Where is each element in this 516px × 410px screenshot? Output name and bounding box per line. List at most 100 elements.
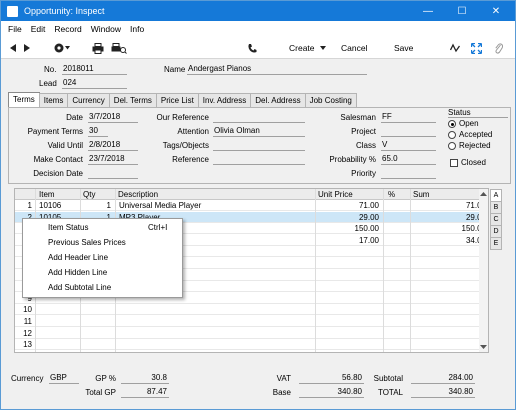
table-row[interactable]: 11: [15, 316, 488, 327]
sum-cell[interactable]: 71.00: [410, 201, 486, 210]
project-label: Project: [351, 127, 376, 136]
next-record-icon[interactable]: [23, 41, 31, 55]
tab-items[interactable]: Items: [38, 93, 69, 107]
print-icon[interactable]: [92, 41, 104, 55]
no-label: No.: [44, 65, 57, 74]
create-button[interactable]: Create: [289, 41, 329, 55]
our-reference-field[interactable]: [213, 112, 305, 123]
project-field[interactable]: [381, 126, 436, 137]
expand-icon[interactable]: [471, 41, 482, 55]
currency-field[interactable]: GBP: [49, 373, 79, 384]
unit-price-cell[interactable]: 71.00: [315, 201, 379, 210]
date-label: Date: [66, 113, 83, 122]
lead-field[interactable]: 024: [62, 78, 127, 89]
unit-price-cell[interactable]: 29.00: [315, 213, 379, 222]
menu-file[interactable]: File: [8, 24, 22, 34]
save-button[interactable]: Save: [394, 41, 413, 55]
tab-currency[interactable]: Currency: [67, 93, 110, 107]
priority-field[interactable]: [381, 168, 436, 179]
maximize-button[interactable]: ☐: [445, 1, 479, 21]
closed-checkbox[interactable]: [450, 159, 458, 167]
record-header: No. 2018011 Name Andergast Pianos Lead 0…: [1, 59, 515, 92]
tab-del-terms[interactable]: Del. Terms: [108, 93, 157, 107]
priority-label: Priority: [351, 169, 376, 178]
closed-label: Closed: [461, 158, 486, 167]
salesman-field[interactable]: FF: [381, 112, 436, 123]
decision-date-field[interactable]: [88, 168, 138, 179]
unit-price-cell[interactable]: 150.00: [315, 224, 379, 233]
sum-cell[interactable]: 150.00: [410, 224, 486, 233]
payment-terms-field[interactable]: 30: [88, 126, 108, 137]
subtotal-label: Subtotal: [373, 374, 403, 383]
title-bar: Opportunity: Inspect — ☐ ✕: [1, 1, 515, 21]
tab-del-address[interactable]: Del. Address: [250, 93, 306, 107]
phone-icon[interactable]: [247, 41, 257, 55]
unit-price-cell[interactable]: 17.00: [315, 236, 379, 245]
activity-icon[interactable]: [450, 41, 460, 55]
tab-inv-address[interactable]: Inv. Address: [197, 93, 252, 107]
menu-record[interactable]: Record: [54, 24, 81, 34]
side-tab-e[interactable]: E: [490, 237, 502, 250]
item-cell[interactable]: 10106: [39, 201, 79, 210]
status-accepted-radio[interactable]: [448, 131, 456, 139]
table-row[interactable]: 1 10106 1 Universal Media Player 71.00 71.00: [15, 200, 488, 211]
menu-previous-sales-prices[interactable]: Previous Sales Prices: [48, 238, 126, 247]
description-cell[interactable]: Universal Media Player: [119, 201, 309, 210]
column-percent[interactable]: %: [388, 190, 395, 199]
column-item[interactable]: Item: [39, 190, 55, 199]
total-field: 340.80: [411, 387, 475, 398]
no-field[interactable]: 2018011: [62, 64, 127, 75]
menu-window[interactable]: Window: [91, 24, 121, 34]
menu-item-status[interactable]: Item Status: [48, 223, 88, 232]
tab-bar: Terms Items Currency Del. Terms Price Li…: [8, 92, 357, 107]
attention-field[interactable]: Olivia Olman: [213, 126, 305, 137]
print-preview-icon[interactable]: [111, 41, 127, 55]
tab-terms[interactable]: Terms: [8, 92, 40, 107]
sum-cell[interactable]: 29.00: [410, 213, 486, 222]
window-title: Opportunity: Inspect: [24, 6, 105, 16]
name-label: Name: [164, 65, 186, 74]
column-unit-price[interactable]: Unit Price: [318, 190, 353, 199]
row-number-cell: 1: [27, 201, 32, 210]
attachment-icon[interactable]: [494, 41, 503, 55]
grid-divider: [410, 189, 411, 352]
tab-job-costing[interactable]: Job Costing: [304, 93, 357, 107]
column-qty[interactable]: Qty: [83, 190, 95, 199]
tab-price-list[interactable]: Price List: [155, 93, 199, 107]
previous-record-icon[interactable]: [9, 41, 17, 55]
cancel-button[interactable]: Cancel: [341, 41, 367, 55]
subtotal-field: 284.00: [411, 373, 475, 384]
name-field[interactable]: Andergast Pianos: [187, 64, 367, 75]
menu-add-header-line[interactable]: Add Header Line: [48, 253, 108, 262]
tags-objects-field[interactable]: [213, 140, 305, 151]
grid-scrollbar[interactable]: [479, 189, 488, 352]
column-description[interactable]: Description: [118, 190, 158, 199]
menu-info[interactable]: Info: [130, 24, 144, 34]
close-button[interactable]: ✕: [479, 1, 513, 21]
status-open-radio[interactable]: [448, 120, 456, 128]
base-label: Base: [272, 388, 291, 397]
gear-icon[interactable]: [53, 41, 71, 55]
menu-item-status-shortcut: Ctrl+I: [148, 223, 168, 232]
menu-add-hidden-line[interactable]: Add Hidden Line: [48, 268, 107, 277]
class-field[interactable]: V: [381, 140, 436, 151]
table-row[interactable]: 12: [15, 328, 488, 339]
minimize-button[interactable]: —: [411, 1, 445, 21]
menu-edit[interactable]: Edit: [31, 24, 46, 34]
status-rejected-radio[interactable]: [448, 142, 456, 150]
sum-cell[interactable]: 34.00: [410, 236, 486, 245]
row-number-cell: 10: [23, 305, 32, 315]
column-sum[interactable]: Sum: [413, 190, 429, 199]
gp-percent-field: 30.8: [121, 373, 169, 384]
qty-cell[interactable]: 1: [81, 201, 111, 210]
make-contact-label: Make Contact: [33, 155, 83, 164]
table-row[interactable]: 10: [15, 304, 488, 316]
total-gp-field: 87.47: [121, 387, 169, 398]
row-number-cell: 13: [23, 340, 32, 350]
table-row[interactable]: 13: [15, 339, 488, 351]
reference-field[interactable]: [213, 154, 305, 165]
salesman-label: Salesman: [340, 113, 376, 122]
probability-field[interactable]: 65.0: [381, 154, 436, 165]
valid-until-label: Valid Until: [47, 141, 83, 150]
menu-add-subtotal-line[interactable]: Add Subtotal Line: [48, 283, 111, 292]
